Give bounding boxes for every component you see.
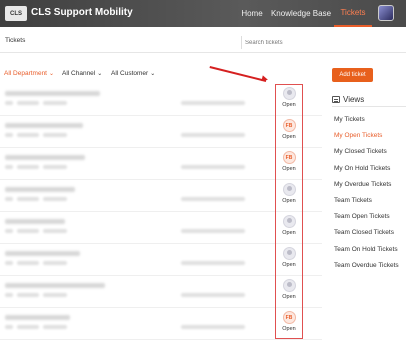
- nav-tickets[interactable]: Tickets: [334, 0, 372, 27]
- chevron-down-icon: ⌄: [97, 71, 103, 77]
- ticket-row[interactable]: Open: [0, 212, 322, 244]
- ticket-row[interactable]: FB Open: [0, 308, 322, 340]
- view-team-overdue-tickets[interactable]: Team Overdue Tickets: [334, 262, 399, 269]
- ticket-meta-redacted: [5, 261, 67, 265]
- annotation-arrow: [209, 66, 267, 82]
- ticket-meta-redacted: [5, 197, 67, 201]
- views-divider: [332, 106, 406, 107]
- views-list-icon: [332, 96, 340, 103]
- breadcrumb: Tickets: [5, 37, 26, 44]
- department-filter[interactable]: All Department ⌄: [4, 70, 54, 77]
- view-my-closed-tickets[interactable]: My Closed Tickets: [334, 148, 387, 155]
- ticket-subject-redacted: [5, 315, 70, 320]
- ticket-subject-redacted: [5, 155, 85, 160]
- ticket-subject-redacted: [5, 187, 75, 192]
- department-filter-label: All Department: [4, 70, 47, 77]
- ticket-row[interactable]: Open: [0, 276, 322, 308]
- ticket-subject-redacted: [5, 91, 100, 96]
- ticket-timestamp-redacted: [181, 165, 245, 169]
- chevron-down-icon: ⌄: [150, 71, 156, 77]
- add-ticket-button[interactable]: Add ticket: [332, 68, 373, 82]
- app-title[interactable]: CLS Support Mobility: [31, 7, 133, 18]
- ticket-timestamp-redacted: [181, 325, 245, 329]
- user-avatar[interactable]: [378, 5, 394, 21]
- ticket-timestamp-redacted: [181, 197, 245, 201]
- ticket-timestamp-redacted: [181, 261, 245, 265]
- customer-filter[interactable]: All Customer ⌄: [111, 70, 155, 77]
- ticket-subject-redacted: [5, 251, 80, 256]
- ticket-meta-redacted: [5, 165, 67, 169]
- view-team-open-tickets[interactable]: Team Open Tickets: [334, 213, 390, 220]
- annotation-arrow-head: [261, 75, 269, 83]
- app-logo[interactable]: CLS: [5, 6, 27, 21]
- views-title: Views: [343, 95, 365, 104]
- ticket-meta-redacted: [5, 101, 67, 105]
- view-team-closed-tickets[interactable]: Team Closed Tickets: [334, 229, 394, 236]
- ticket-subject-redacted: [5, 219, 65, 224]
- search-input[interactable]: [241, 36, 406, 49]
- annotation-highlight-box: [275, 84, 303, 339]
- ticket-meta-redacted: [5, 133, 67, 137]
- nav-home[interactable]: Home: [236, 0, 268, 27]
- ticket-row[interactable]: Open: [0, 244, 322, 276]
- view-my-open-tickets[interactable]: My Open Tickets: [334, 132, 382, 139]
- ticket-timestamp-redacted: [181, 293, 245, 297]
- ticket-meta-redacted: [5, 293, 67, 297]
- view-my-overdue-tickets[interactable]: My Overdue Tickets: [334, 181, 391, 188]
- ticket-row[interactable]: FB Open: [0, 148, 322, 180]
- ticket-meta-redacted: [5, 325, 67, 329]
- chevron-down-icon: ⌄: [49, 71, 55, 77]
- channel-filter[interactable]: All Channel ⌄: [62, 70, 102, 77]
- top-navbar: CLS CLS Support Mobility Home Knowledge …: [0, 0, 406, 27]
- ticket-timestamp-redacted: [181, 101, 245, 105]
- channel-filter-label: All Channel: [62, 70, 96, 77]
- ticket-subject-redacted: [5, 123, 83, 128]
- ticket-subject-redacted: [5, 283, 105, 288]
- view-team-on-hold-tickets[interactable]: Team On Hold Tickets: [334, 246, 398, 253]
- view-my-on-hold-tickets[interactable]: My On Hold Tickets: [334, 165, 390, 172]
- view-team-tickets[interactable]: Team Tickets: [334, 197, 372, 204]
- ticket-timestamp-redacted: [181, 133, 245, 137]
- views-header: Views: [332, 95, 364, 104]
- customer-filter-label: All Customer: [111, 70, 149, 77]
- ticket-row[interactable]: Open: [0, 84, 322, 116]
- nav-knowledge-base[interactable]: Knowledge Base: [270, 0, 332, 27]
- ticket-row[interactable]: FB Open: [0, 116, 322, 148]
- ticket-row[interactable]: Open: [0, 180, 322, 212]
- view-my-tickets[interactable]: My Tickets: [334, 116, 365, 123]
- ticket-timestamp-redacted: [181, 229, 245, 233]
- ticket-meta-redacted: [5, 229, 67, 233]
